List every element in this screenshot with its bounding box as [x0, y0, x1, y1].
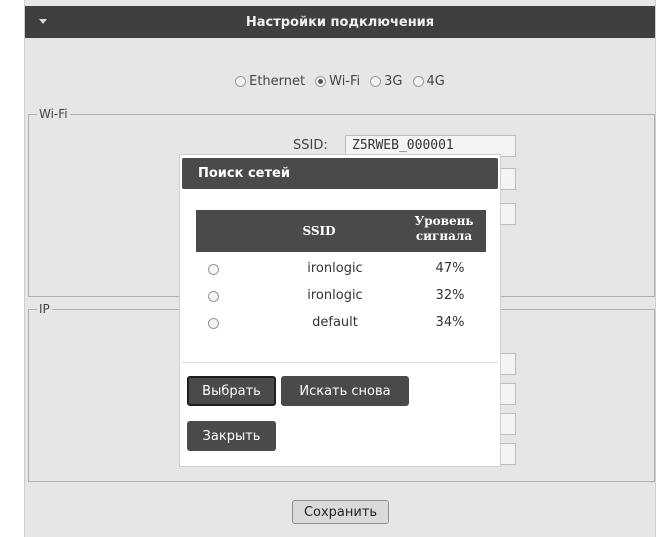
row-ssid: ironlogic	[307, 261, 363, 276]
table-row[interactable]: default 34%	[196, 313, 486, 335]
conn-option-4g[interactable]: 4G	[412, 74, 445, 89]
save-button[interactable]: Сохранить	[292, 500, 389, 524]
collapse-triangle-icon[interactable]	[39, 19, 47, 24]
conn-option-wifi[interactable]: Wi-Fi	[315, 74, 360, 89]
dialog-divider	[182, 362, 498, 363]
dialog-title: Поиск сетей	[182, 158, 498, 189]
conn-option-3g[interactable]: 3G	[370, 74, 403, 89]
close-button[interactable]: Закрыть	[187, 421, 276, 451]
network-search-dialog: Поиск сетей SSID Уровень сигнала ironlog…	[179, 154, 501, 467]
connection-type-group: Ethernet Wi-Fi 3G 4G	[25, 74, 655, 89]
radio-3g[interactable]	[370, 76, 382, 87]
networks-table-header: SSID Уровень сигнала	[196, 210, 486, 252]
row-radio[interactable]	[208, 264, 219, 275]
row-level: 47%	[435, 261, 465, 276]
row-radio[interactable]	[208, 318, 219, 329]
ssid-label: SSID:	[293, 138, 328, 153]
panel-header[interactable]: Настройки подключения	[25, 6, 655, 38]
select-button[interactable]: Выбрать	[187, 376, 276, 406]
panel-title: Настройки подключения	[245, 14, 435, 30]
ip-legend: IP	[39, 302, 50, 316]
radio-wifi[interactable]	[315, 76, 327, 87]
row-ssid: ironlogic	[307, 288, 363, 303]
column-header-ssid: SSID	[302, 224, 336, 238]
row-level: 34%	[435, 315, 465, 330]
radio-4g[interactable]	[412, 76, 424, 87]
table-row[interactable]: ironlogic 32%	[196, 286, 486, 308]
row-level: 32%	[435, 288, 465, 303]
column-header-level: Уровень сигнала	[414, 214, 474, 243]
wifi-legend: Wi-Fi	[39, 107, 68, 121]
rescan-button[interactable]: Искать снова	[281, 376, 409, 406]
conn-option-ethernet[interactable]: Ethernet	[235, 74, 305, 89]
row-ssid: default	[312, 315, 358, 330]
radio-ethernet[interactable]	[235, 76, 247, 87]
table-row[interactable]: ironlogic 47%	[196, 259, 486, 281]
row-radio[interactable]	[208, 291, 219, 302]
